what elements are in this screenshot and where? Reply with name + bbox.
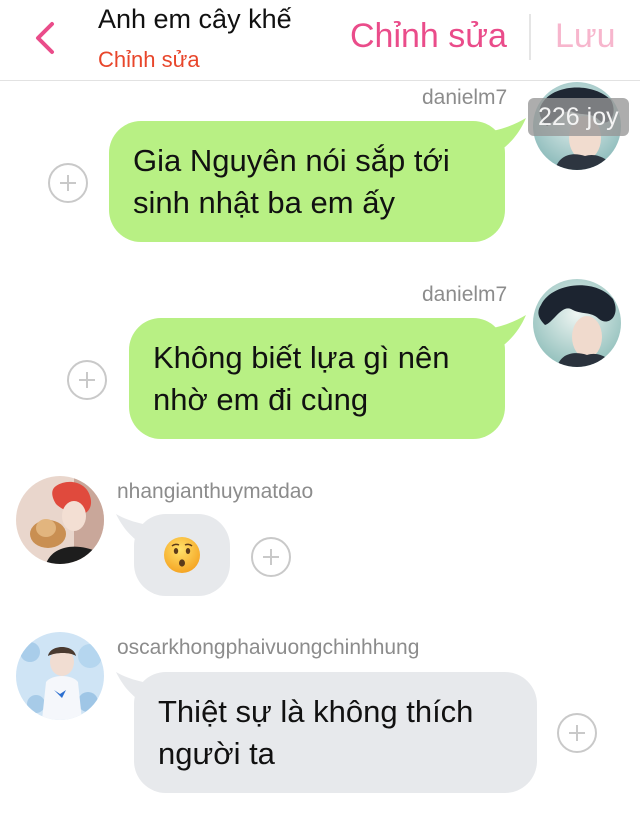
message-bubble[interactable]: Gia Nguyên nói sắp tới sinh nhật ba em ấ… [109, 121, 505, 242]
avatar[interactable] [533, 279, 621, 367]
edit-button[interactable]: Chỉnh sửa [350, 17, 507, 56]
add-reaction-button[interactable] [48, 163, 88, 203]
plus-icon [60, 175, 76, 191]
page-title: Anh em cây khế [98, 4, 292, 34]
message-text-line: nhờ em đi cùng [153, 381, 369, 417]
chevron-left-icon [36, 22, 54, 54]
message-username: nhangianthuymatdao [117, 480, 314, 503]
avatar-photo [16, 632, 104, 720]
message-text-line: người ta [158, 735, 275, 771]
add-reaction-button[interactable] [251, 537, 291, 577]
points-badge: 226 joy [528, 98, 629, 136]
hushed-face-emoji [164, 537, 200, 573]
add-reaction-button[interactable] [67, 360, 107, 400]
back-button[interactable] [26, 18, 66, 58]
avatar-photo [533, 279, 621, 367]
message-username: danielm7 [422, 283, 508, 306]
avatar-photo [16, 476, 104, 564]
plus-icon [79, 372, 95, 388]
message-username: oscarkhongphaivuongchinhhung [117, 636, 420, 659]
plus-icon [263, 549, 279, 565]
plus-icon [569, 725, 585, 741]
message-username: danielm7 [422, 86, 508, 109]
header-bar: Anh em cây khế Chỉnh sửa Chỉnh sửa Lưu [0, 0, 640, 81]
save-button[interactable]: Lưu [555, 17, 616, 56]
message-text-line: Thiệt sự là không thích [158, 693, 474, 729]
message-bubble[interactable]: Thiệt sự là không thích người ta [134, 672, 537, 793]
message-bubble[interactable]: Không biết lựa gì nên nhờ em đi cùng [129, 318, 505, 439]
page-subtitle: Chỉnh sửa [98, 47, 200, 72]
message-text-line: Không biết lựa gì nên [153, 339, 450, 375]
add-reaction-button[interactable] [557, 713, 597, 753]
message-bubble[interactable] [134, 514, 230, 596]
message-text-line: sinh nhật ba em ấy [133, 184, 395, 220]
header-divider [529, 14, 531, 60]
avatar[interactable] [16, 476, 104, 564]
message-text-line: Gia Nguyên nói sắp tới [133, 142, 450, 178]
avatar[interactable] [16, 632, 104, 720]
